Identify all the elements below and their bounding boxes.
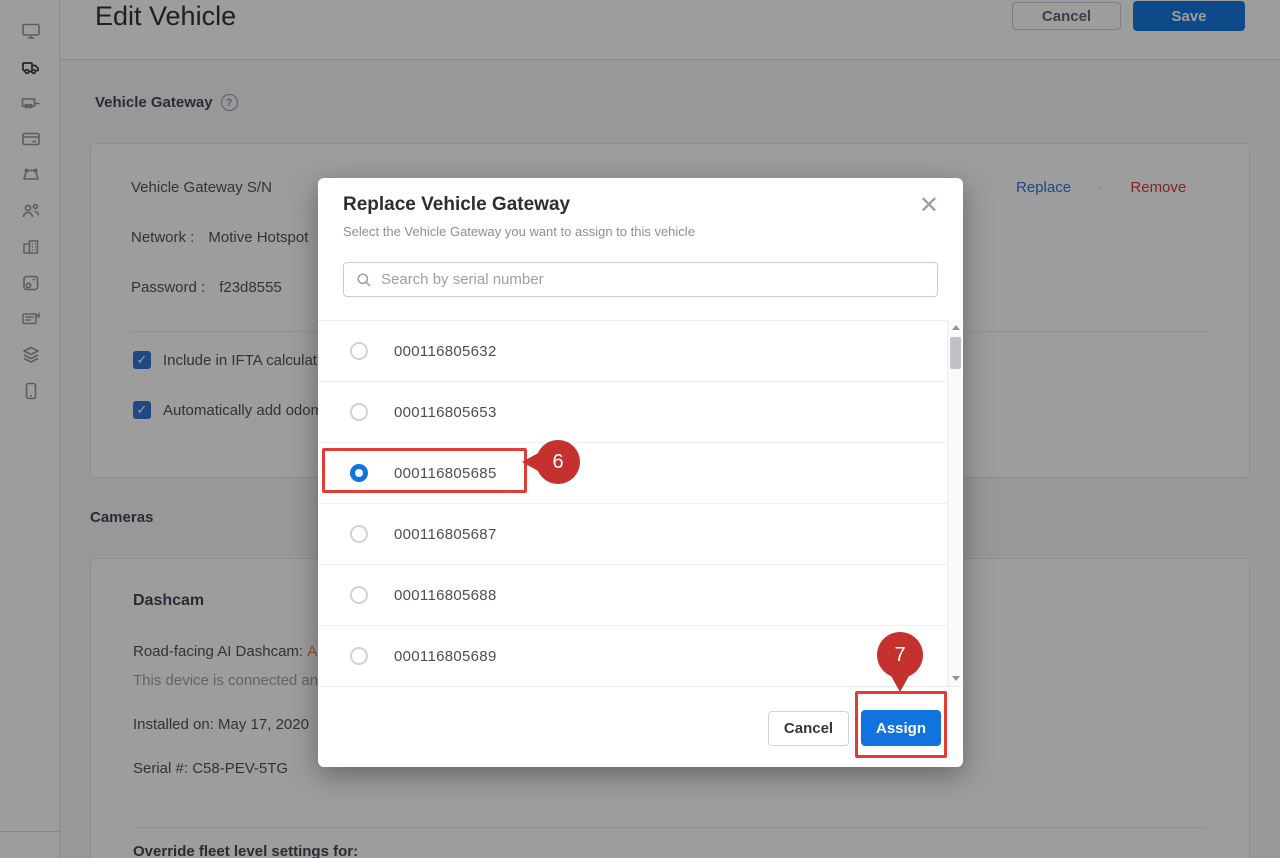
search-icon bbox=[356, 272, 372, 288]
list-item[interactable]: 000116805689 bbox=[318, 626, 948, 687]
serial-number: 000116805632 bbox=[394, 343, 497, 360]
serial-number: 000116805688 bbox=[394, 587, 497, 604]
radio-button[interactable] bbox=[350, 403, 368, 421]
highlight-rect-step7 bbox=[855, 691, 947, 758]
gateway-list: 000116805632 000116805653 000116805685 0… bbox=[318, 320, 963, 686]
serial-search-box bbox=[343, 262, 938, 297]
scrollbar[interactable] bbox=[947, 320, 962, 686]
close-icon[interactable]: ✕ bbox=[919, 194, 939, 218]
edit-vehicle-page: Edit Vehicle Cancel Save Vehicle Gateway… bbox=[0, 0, 1280, 858]
radio-button[interactable] bbox=[350, 586, 368, 604]
search-input[interactable] bbox=[381, 271, 901, 288]
scroll-down-arrow-icon[interactable] bbox=[948, 671, 963, 686]
callout-6-badge: 6 bbox=[536, 440, 580, 484]
radio-button[interactable] bbox=[350, 525, 368, 543]
callout-7-pointer bbox=[890, 674, 910, 692]
scrollbar-thumb[interactable] bbox=[950, 337, 961, 369]
serial-number: 000116805689 bbox=[394, 648, 497, 665]
scroll-up-arrow-icon[interactable] bbox=[948, 320, 963, 335]
radio-button[interactable] bbox=[350, 647, 368, 665]
serial-number: 000116805653 bbox=[394, 404, 497, 421]
modal-subtitle: Select the Vehicle Gateway you want to a… bbox=[343, 224, 695, 239]
highlight-rect-step6 bbox=[322, 448, 527, 493]
callout-7-badge: 7 bbox=[877, 632, 923, 678]
list-item[interactable]: 000116805653 bbox=[318, 382, 948, 443]
list-item[interactable]: 000116805632 bbox=[318, 321, 948, 382]
serial-number: 000116805687 bbox=[394, 526, 497, 543]
modal-title: Replace Vehicle Gateway bbox=[343, 194, 570, 216]
list-item[interactable]: 000116805688 bbox=[318, 565, 948, 626]
radio-button[interactable] bbox=[350, 342, 368, 360]
modal-cancel-button[interactable]: Cancel bbox=[768, 711, 849, 746]
list-item[interactable]: 000116805687 bbox=[318, 504, 948, 565]
